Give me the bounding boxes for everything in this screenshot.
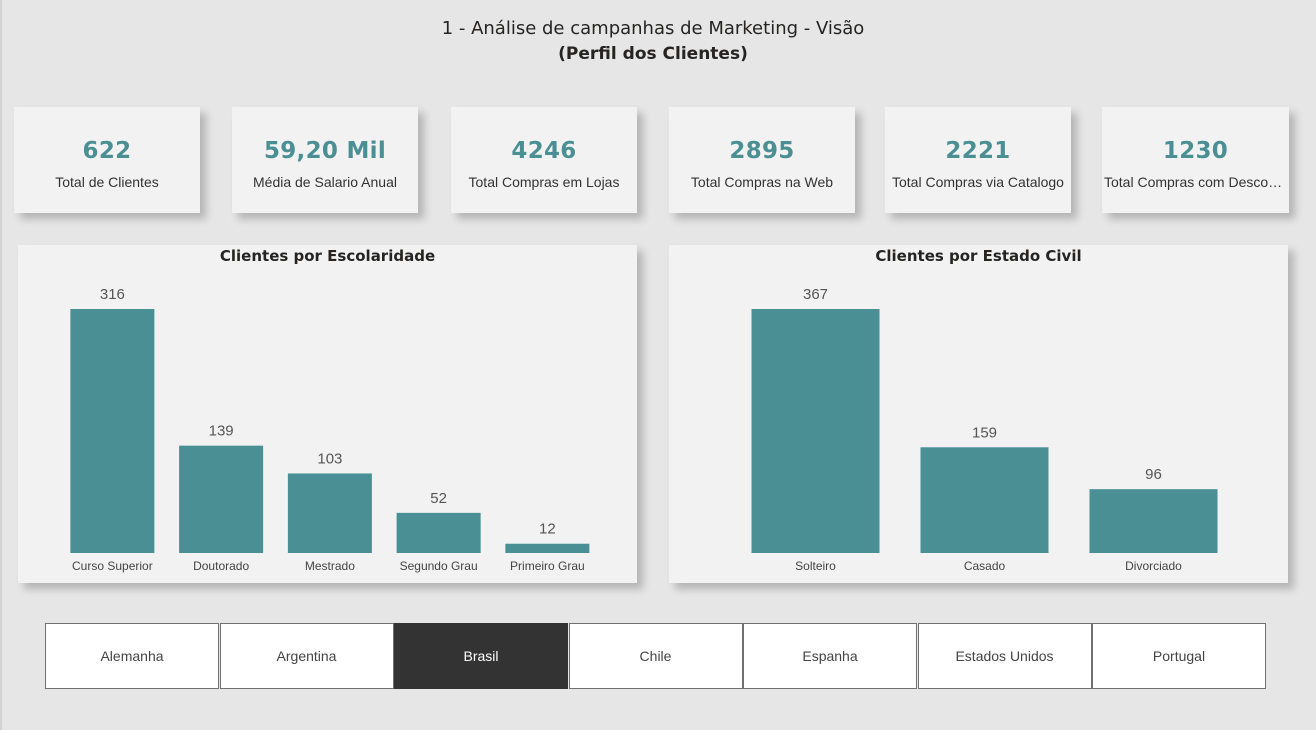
category-label-mestrado: Mestrado xyxy=(305,559,355,573)
slicer-option-brasil[interactable]: Brasil xyxy=(394,623,568,689)
kpi-card-compras-web[interactable]: 2895 Total Compras na Web xyxy=(669,107,855,213)
chart-escolaridade[interactable]: Clientes por Escolaridade 316 Curso Super… xyxy=(18,245,637,583)
kpi-label: Total Compras na Web xyxy=(690,174,834,190)
kpi-value: 2221 xyxy=(945,138,1011,164)
bar-solteiro[interactable] xyxy=(751,309,880,553)
kpi-value: 1230 xyxy=(1162,138,1229,164)
bar-mestrado[interactable] xyxy=(287,473,372,553)
kpi-card-media-salario[interactable]: 59,20 Mil Média de Salario Anual xyxy=(232,107,418,213)
slicer-option-portugal[interactable]: Portugal xyxy=(1092,623,1266,689)
kpi-card-compras-desconto[interactable]: 1230 Total Compras com Descon... xyxy=(1102,107,1289,213)
category-label-casado: Casado xyxy=(964,559,1006,573)
chart-estado-civil-plot: 367 Solteiro 159 Casado 96 Divorciado xyxy=(751,286,1218,573)
kpi-value: 4246 xyxy=(511,138,577,164)
kpi-label: Total Compras em Lojas xyxy=(468,174,620,190)
kpi-value: 59,20 Mil xyxy=(263,138,387,164)
bar-segundo-grau[interactable] xyxy=(396,512,481,553)
chart-escolaridade-plot: 316 Curso Superior 139 Doutorado 103 Mestrado… xyxy=(70,286,590,573)
category-label-doutorado: Doutorado xyxy=(193,559,249,573)
bar-curso-superior[interactable] xyxy=(70,309,155,553)
category-label-curso-superior: Curso Superior xyxy=(72,559,153,573)
bar-doutorado[interactable] xyxy=(179,445,264,553)
kpi-label: Total Compras via Catalogo xyxy=(892,174,1064,190)
kpi-card-compras-catalogo[interactable]: 2221 Total Compras via Catalogo xyxy=(885,107,1071,213)
chart-estado-civil[interactable]: Clientes por Estado Civil 367 Solteiro 159… xyxy=(669,245,1288,583)
kpi-card-total-clientes[interactable]: 622 Total de Clientes xyxy=(14,107,200,213)
data-label-segundo-grau: 52 xyxy=(430,490,447,507)
kpi-value: 2895 xyxy=(729,138,795,164)
slicer-option-estados-unidos[interactable]: Estados Unidos xyxy=(917,623,1092,689)
data-label-primeiro-grau: 12 xyxy=(539,521,556,538)
data-label-divorciado: 96 xyxy=(1145,466,1162,483)
data-label-casado: 159 xyxy=(972,424,997,441)
page-title: 1 - Análise de campanhas de Marketing - … xyxy=(441,18,865,39)
data-label-doutorado: 139 xyxy=(209,423,234,440)
data-label-curso-superior: 316 xyxy=(100,286,125,303)
slicer-option-alemanha[interactable]: Alemanha xyxy=(45,623,219,689)
category-label-segundo-grau: Segundo Grau xyxy=(400,559,478,573)
slicer-option-argentina[interactable]: Argentina xyxy=(219,623,394,689)
page-subtitle: (Perfil dos Clientes) xyxy=(558,44,748,64)
bar-primeiro-grau[interactable] xyxy=(505,543,590,553)
slicer-option-chile[interactable]: Chile xyxy=(568,623,743,689)
kpi-card-compras-lojas[interactable]: 4246 Total Compras em Lojas xyxy=(451,107,637,213)
category-label-divorciado: Divorciado xyxy=(1125,559,1182,573)
category-label-primeiro-grau: Primeiro Grau xyxy=(510,559,585,573)
category-label-solteiro: Solteiro xyxy=(795,559,836,573)
bar-divorciado[interactable] xyxy=(1089,489,1218,553)
kpi-label: Total de Clientes xyxy=(55,174,159,190)
slicer-option-espanha[interactable]: Espanha xyxy=(743,623,917,689)
page-border xyxy=(0,0,2,730)
kpi-label: Média de Salario Anual xyxy=(253,174,397,190)
data-label-solteiro: 367 xyxy=(803,286,828,303)
kpi-value: 622 xyxy=(82,138,132,164)
bar-casado[interactable] xyxy=(920,447,1049,553)
data-label-mestrado: 103 xyxy=(317,450,342,467)
kpi-label: Total Compras com Descon... xyxy=(1104,174,1287,190)
